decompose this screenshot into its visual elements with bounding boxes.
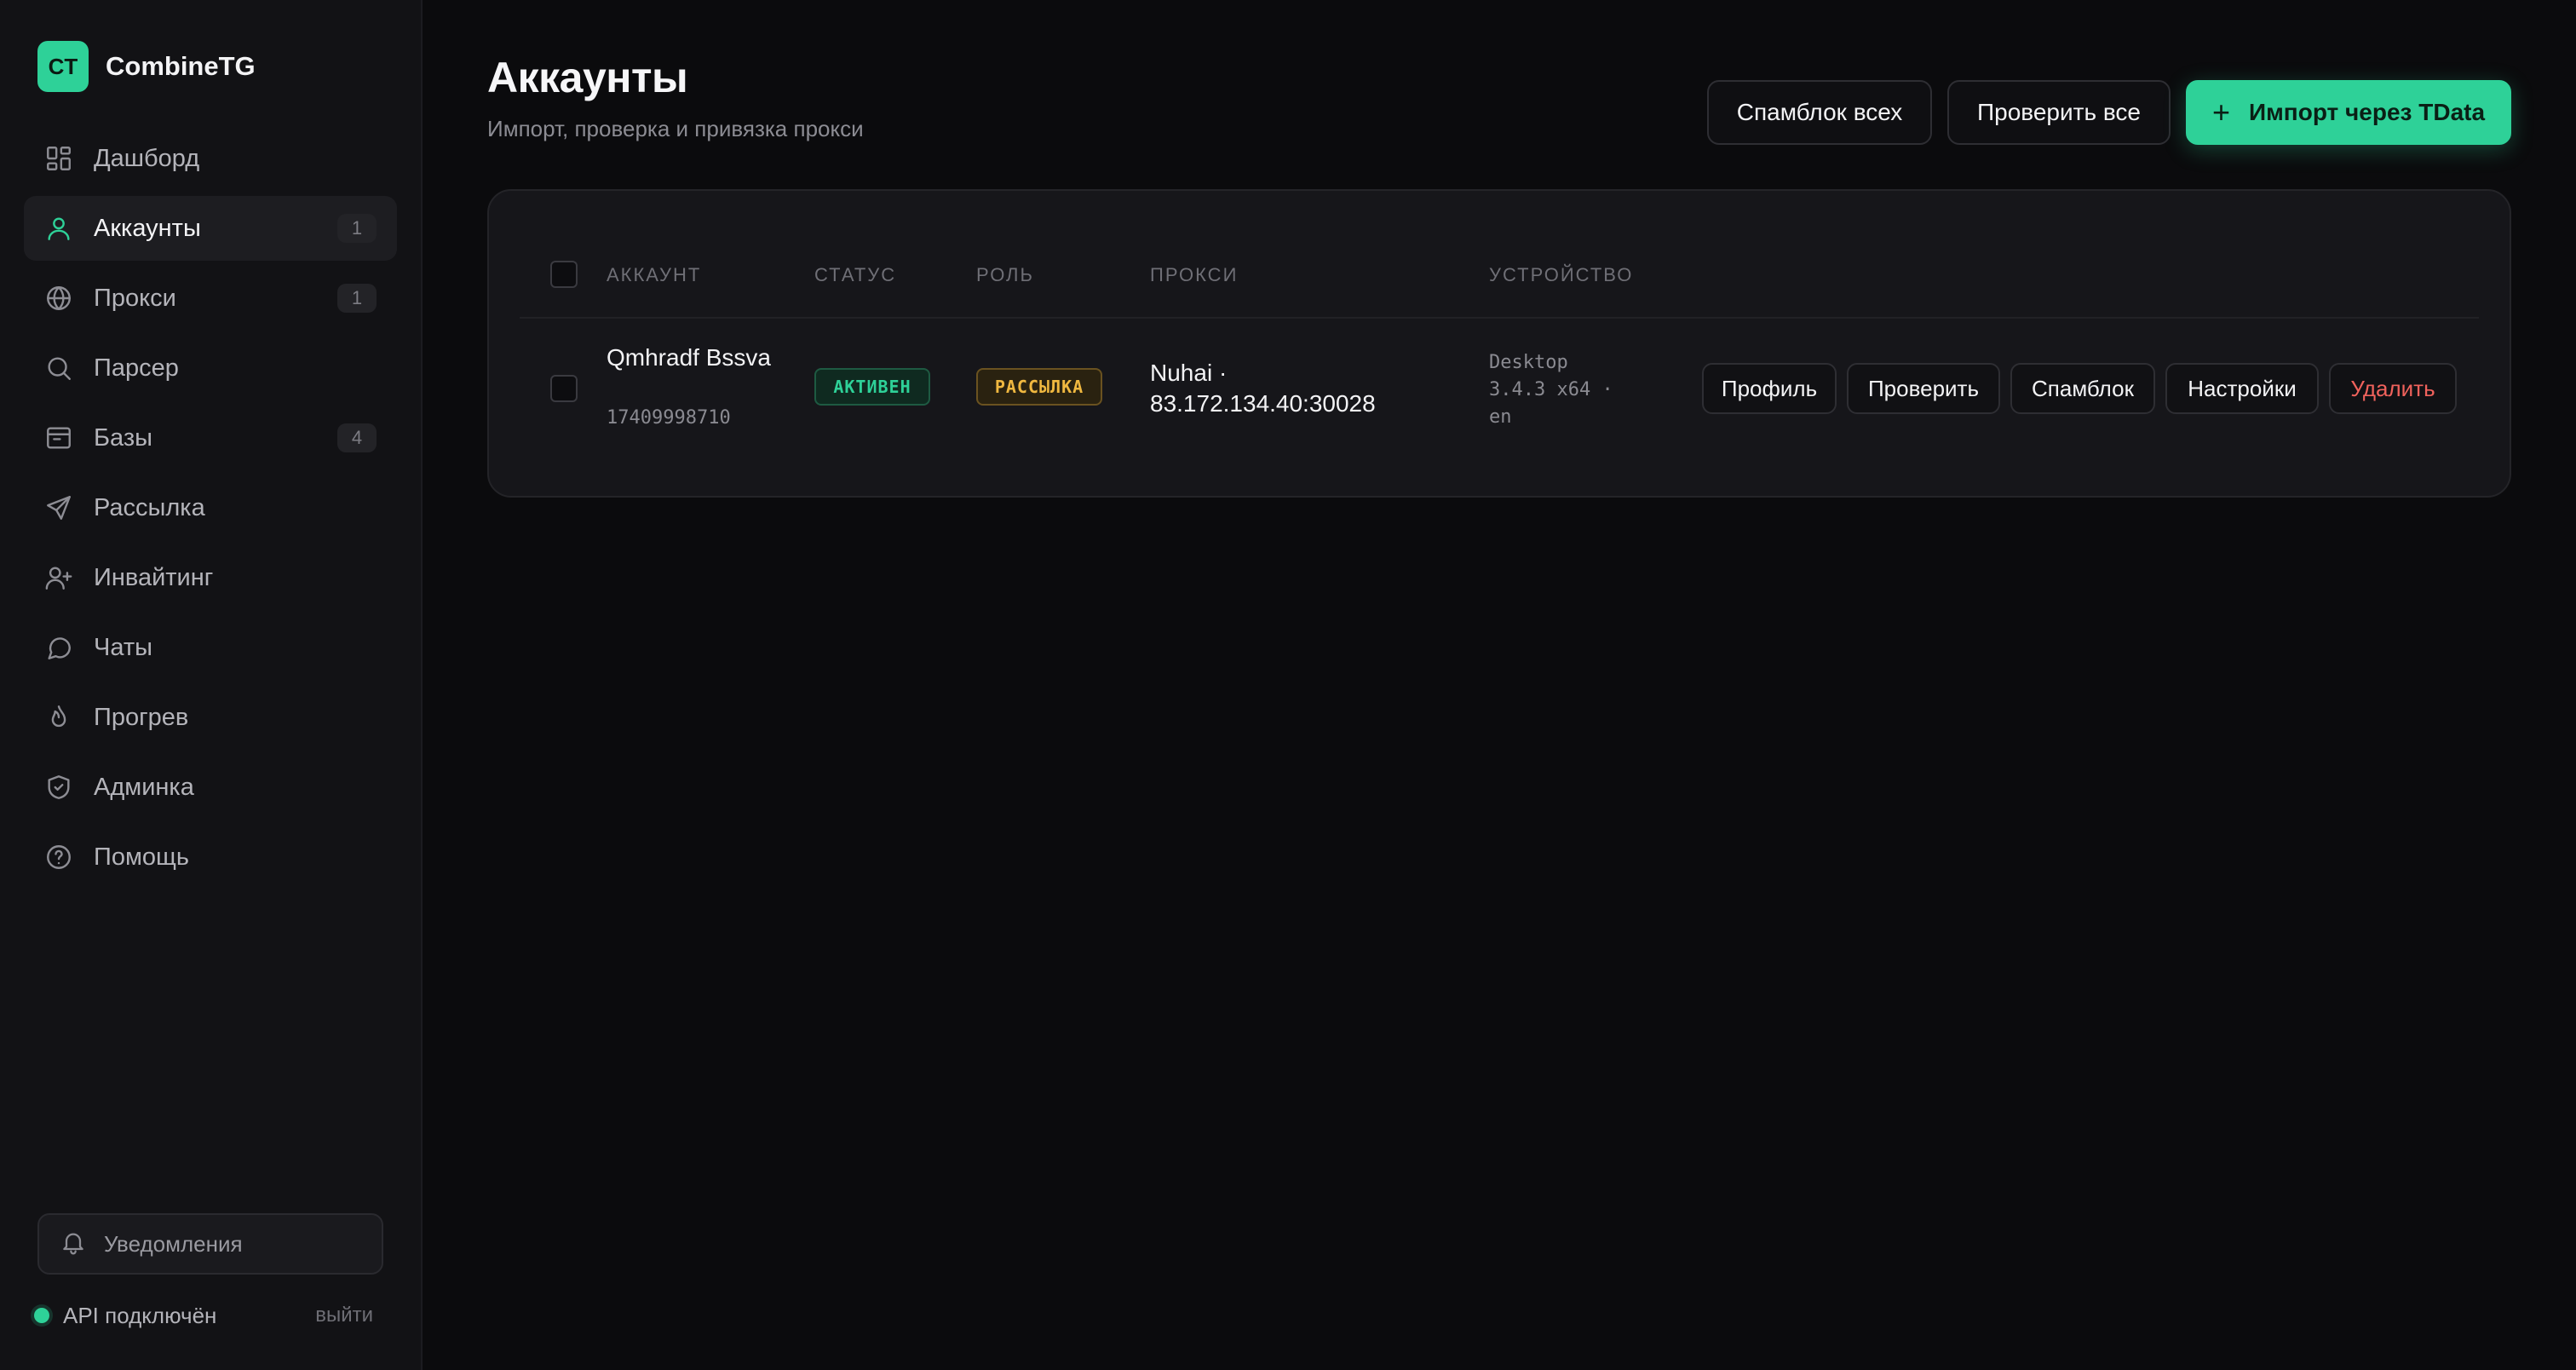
import-tdata-label: Импорт через TData (2248, 99, 2486, 125)
proxy-value: Nuhai · 83.172.134.40:30028 (1150, 360, 1376, 417)
sidebar-item-label: Админка (94, 773, 194, 801)
account-name: Qmhradf Bssva (607, 344, 771, 371)
sidebar-item-label: Аккаунты (94, 214, 201, 242)
shield-icon (44, 773, 73, 802)
check-all-button[interactable]: Проверить все (1947, 80, 2171, 145)
page-subtitle: Импорт, проверка и привязка прокси (487, 116, 864, 141)
sidebar-item-bases[interactable]: Базы 4 (24, 406, 397, 470)
sidebar-item-dashboard[interactable]: Дашборд (24, 126, 397, 191)
brand-logo: CT (37, 41, 89, 92)
column-header-status: СТАТУС (814, 264, 897, 285)
flame-icon (44, 703, 73, 732)
column-header-device: УСТРОЙСТВО (1489, 264, 1634, 285)
sidebar-item-label: Помощь (94, 843, 190, 871)
sidebar-item-label: Рассылка (94, 493, 205, 521)
column-header-role: РОЛЬ (976, 264, 1034, 285)
sidebar-nav: Дашборд Аккаунты 1 Прокси 1 Парсер Базы … (24, 126, 397, 895)
sidebar-item-count: 4 (337, 423, 377, 452)
status-dot-icon (34, 1308, 49, 1323)
page-title: Аккаунты (487, 54, 688, 101)
spamblock-all-button[interactable]: Спамблок всех (1707, 80, 1932, 145)
globe-icon (44, 284, 73, 313)
profile-button[interactable]: Профиль (1702, 363, 1837, 414)
api-status-label: API подключён (63, 1302, 217, 1328)
delete-button[interactable]: Удалить (2329, 363, 2457, 414)
sidebar-item-count: 1 (337, 284, 377, 313)
table-divider (520, 317, 2479, 319)
brand-name: CombineTG (106, 51, 256, 81)
column-header-proxy: ПРОКСИ (1150, 264, 1239, 285)
row-checkbox[interactable] (550, 375, 578, 402)
dashboard-icon (44, 144, 73, 173)
help-icon (44, 843, 73, 872)
sidebar-item-proxies[interactable]: Прокси 1 (24, 266, 397, 331)
sidebar-item-label: Чаты (94, 633, 152, 661)
role-badge: РАССЫЛКА (976, 368, 1102, 406)
sidebar-item-label: Прокси (94, 284, 176, 312)
select-all-checkbox[interactable] (550, 261, 578, 288)
sidebar-item-mailing[interactable]: Рассылка (24, 475, 397, 540)
import-tdata-button[interactable]: + Импорт через TData (2186, 80, 2511, 145)
sidebar-item-count: 1 (337, 214, 377, 243)
column-header-account: АККАУНТ (607, 264, 702, 285)
sidebar-item-inviting[interactable]: Инвайтинг (24, 545, 397, 610)
bell-icon (60, 1229, 87, 1260)
sidebar-item-label: Парсер (94, 354, 179, 382)
sidebar-item-parser[interactable]: Парсер (24, 336, 397, 400)
user-icon (44, 214, 73, 243)
archive-icon (44, 423, 73, 452)
sidebar-item-chats[interactable]: Чаты (24, 615, 397, 680)
plus-icon: + (2211, 95, 2230, 130)
search-icon (44, 354, 73, 383)
accounts-table: АККАУНТ СТАТУС РОЛЬ ПРОКСИ УСТРОЙСТВО Qm… (487, 189, 2511, 498)
sidebar-item-label: Инвайтинг (94, 563, 214, 591)
send-icon (44, 493, 73, 522)
sidebar-item-label: Базы (94, 423, 152, 452)
sidebar-item-help[interactable]: Помощь (24, 825, 397, 889)
brand[interactable]: CT CombineTG (37, 41, 256, 92)
notifications-label: Уведомления (104, 1230, 243, 1257)
check-button[interactable]: Проверить (1847, 363, 2000, 414)
status-badge: АКТИВЕН (814, 368, 930, 406)
spamblock-button[interactable]: Спамблок (2010, 363, 2155, 414)
notifications-button[interactable]: Уведомления (37, 1213, 383, 1275)
sidebar-item-label: Прогрев (94, 703, 189, 731)
sidebar-item-admin[interactable]: Админка (24, 755, 397, 820)
user-plus-icon (44, 563, 73, 592)
settings-button[interactable]: Настройки (2165, 363, 2319, 414)
logout-link[interactable]: выйти (315, 1304, 373, 1327)
sidebar-item-warmup[interactable]: Прогрев (24, 685, 397, 750)
sidebar-item-accounts[interactable]: Аккаунты 1 (24, 196, 397, 261)
api-status: API подключён выйти (34, 1300, 380, 1331)
sidebar: CT CombineTG Дашборд Аккаунты 1 Прокси 1 (0, 0, 423, 1370)
account-id: 17409998710 (607, 407, 731, 429)
sidebar-item-label: Дашборд (94, 144, 200, 172)
device-value: Desktop 3.4.3 x64 · en (1489, 352, 1613, 428)
chat-icon (44, 633, 73, 662)
